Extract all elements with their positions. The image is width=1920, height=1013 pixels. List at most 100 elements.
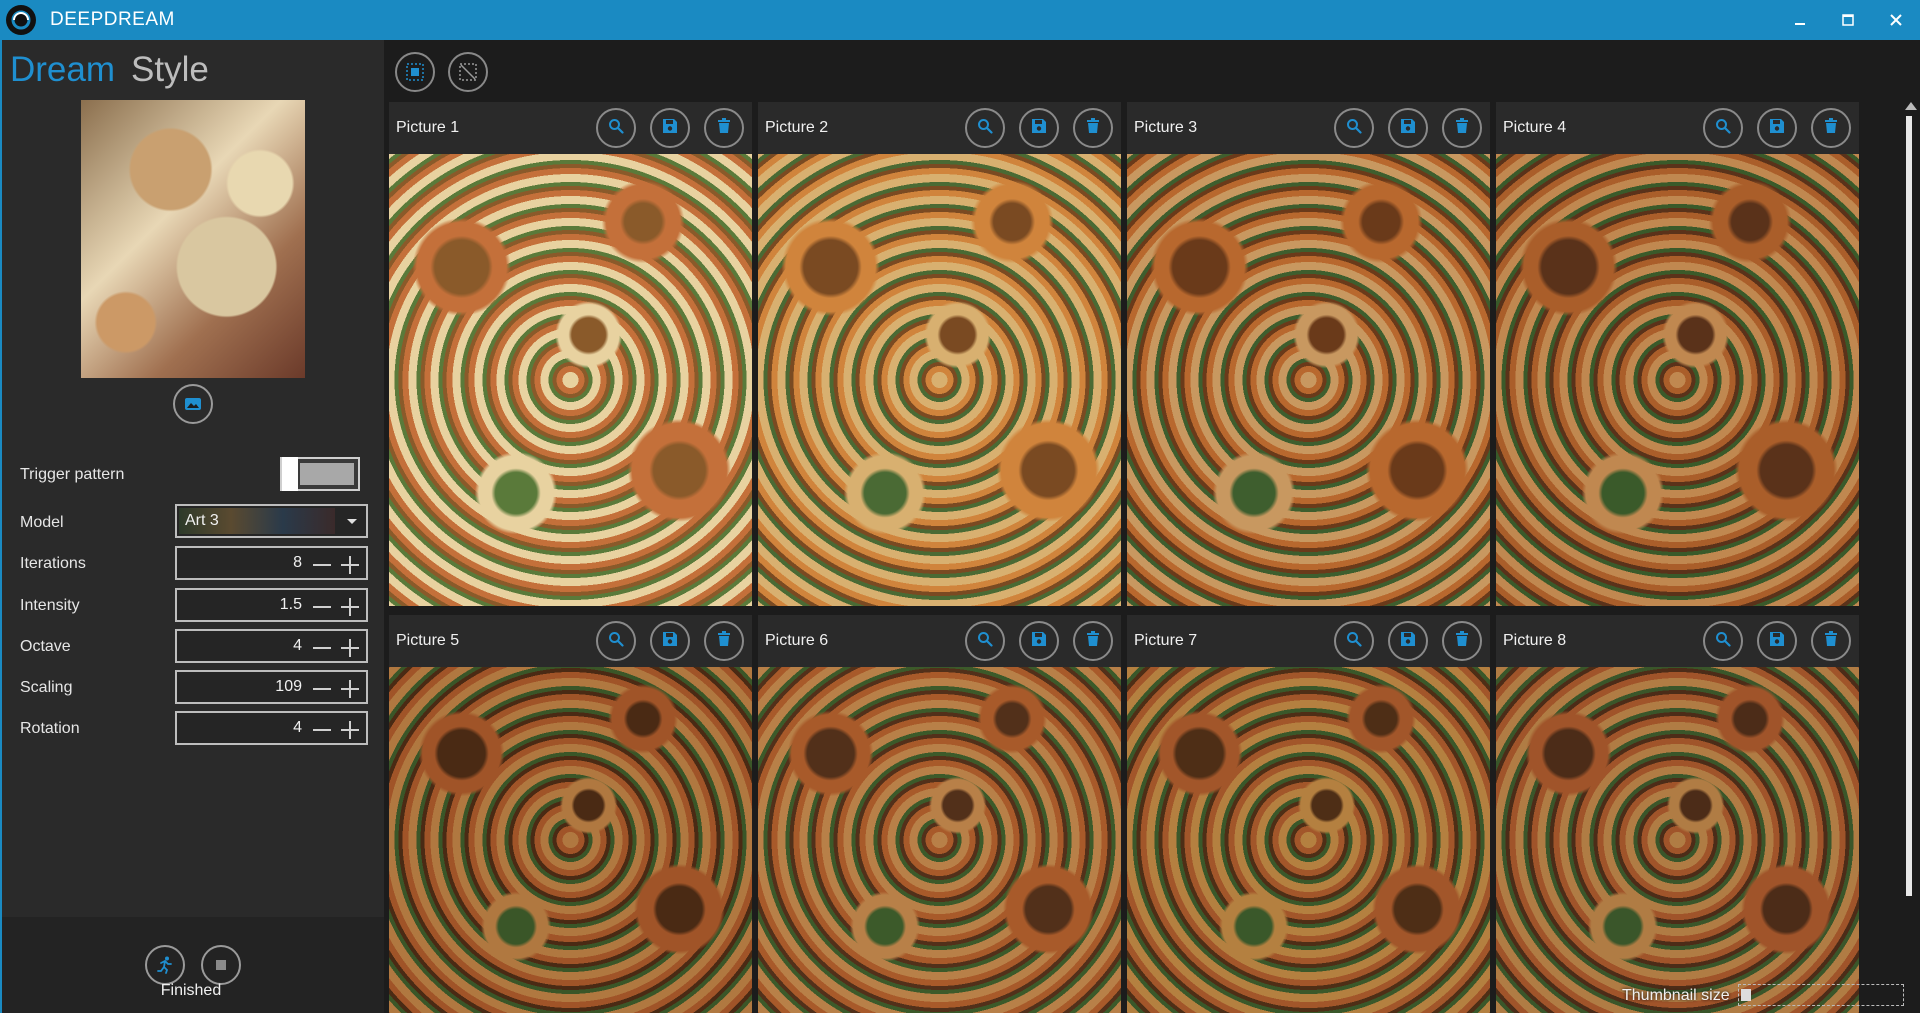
dream-image[interactable]: [758, 667, 1121, 1013]
model-label: Model: [20, 514, 64, 531]
dream-image[interactable]: [1496, 667, 1859, 1013]
save-button[interactable]: [650, 621, 690, 661]
picture-card-header: Picture 8: [1496, 615, 1859, 667]
picture-title: Picture 2: [765, 119, 829, 136]
zoom-button[interactable]: [1334, 621, 1374, 661]
plus-icon[interactable]: [340, 597, 360, 617]
vertical-scrollbar[interactable]: [1903, 102, 1917, 930]
maximize-button[interactable]: [1824, 0, 1872, 40]
search-icon: [977, 118, 993, 139]
save-button[interactable]: [1388, 108, 1428, 148]
minus-icon[interactable]: [312, 720, 332, 740]
dream-image[interactable]: [1127, 667, 1490, 1013]
thumbnail-size-label: Thumbnail size: [1622, 987, 1730, 1004]
model-value: Art 3: [185, 512, 219, 529]
picture-card-header: Picture 1: [389, 102, 752, 154]
trash-icon: [1455, 117, 1469, 139]
delete-button[interactable]: [704, 621, 744, 661]
picture-card[interactable]: Picture 1: [389, 102, 752, 606]
tab-style[interactable]: Style: [131, 50, 209, 90]
select-all-button[interactable]: [395, 52, 435, 92]
search-icon: [1346, 118, 1362, 139]
picture-title: Picture 5: [396, 632, 460, 649]
search-icon: [1715, 631, 1731, 652]
trigger-pattern-toggle[interactable]: [280, 457, 360, 491]
zoom-button[interactable]: [1703, 108, 1743, 148]
save-button[interactable]: [1388, 621, 1428, 661]
close-button[interactable]: [1872, 0, 1920, 40]
zoom-button[interactable]: [965, 621, 1005, 661]
intensity-stepper[interactable]: 1.5: [175, 588, 368, 622]
scaling-stepper[interactable]: 109: [175, 670, 368, 704]
title-bar: DEEPDREAM: [0, 0, 1920, 40]
thumbnail-size-slider[interactable]: [1738, 984, 1904, 1006]
save-icon: [662, 631, 678, 652]
iterations-stepper[interactable]: 8: [175, 546, 368, 580]
picture-card[interactable]: Picture 6: [758, 615, 1121, 1013]
dream-image[interactable]: [389, 667, 752, 1013]
minimize-button[interactable]: [1776, 0, 1824, 40]
deselect-icon: [459, 63, 477, 81]
stop-button[interactable]: [201, 945, 241, 985]
zoom-button[interactable]: [1703, 621, 1743, 661]
scroll-up-arrow-icon[interactable]: [1905, 102, 1917, 110]
delete-button[interactable]: [1442, 108, 1482, 148]
rotation-value: 4: [293, 719, 302, 736]
scaling-value: 109: [275, 678, 302, 695]
dream-image[interactable]: [1496, 154, 1859, 606]
model-select[interactable]: Art 3: [175, 504, 368, 538]
delete-button[interactable]: [1073, 108, 1113, 148]
chevron-down-icon: [347, 519, 357, 524]
plus-icon[interactable]: [340, 720, 360, 740]
plus-icon[interactable]: [340, 638, 360, 658]
running-figure-icon: [157, 956, 172, 974]
minus-icon[interactable]: [312, 679, 332, 699]
minus-icon[interactable]: [312, 597, 332, 617]
picture-card[interactable]: Picture 5: [389, 615, 752, 1013]
picture-title: Picture 8: [1503, 632, 1567, 649]
picture-card[interactable]: Picture 4: [1496, 102, 1859, 606]
trash-icon: [1086, 117, 1100, 139]
save-button[interactable]: [1757, 621, 1797, 661]
rotation-stepper[interactable]: 4: [175, 711, 368, 745]
load-image-button[interactable]: [173, 384, 213, 424]
minimize-icon: [1795, 23, 1805, 25]
minus-icon[interactable]: [312, 638, 332, 658]
dream-image[interactable]: [1127, 154, 1490, 606]
zoom-button[interactable]: [596, 621, 636, 661]
delete-button[interactable]: [1073, 621, 1113, 661]
picture-card[interactable]: Picture 2: [758, 102, 1121, 606]
zoom-button[interactable]: [1334, 108, 1374, 148]
plus-icon[interactable]: [340, 679, 360, 699]
minus-icon[interactable]: [312, 555, 332, 575]
picture-title: Picture 7: [1134, 632, 1198, 649]
delete-button[interactable]: [704, 108, 744, 148]
dream-image[interactable]: [758, 154, 1121, 606]
octave-stepper[interactable]: 4: [175, 629, 368, 663]
save-button[interactable]: [1019, 108, 1059, 148]
save-button[interactable]: [650, 108, 690, 148]
zoom-button[interactable]: [596, 108, 636, 148]
save-button[interactable]: [1757, 108, 1797, 148]
save-icon: [662, 118, 678, 139]
delete-button[interactable]: [1811, 621, 1851, 661]
scroll-thumb[interactable]: [1906, 116, 1912, 896]
zoom-button[interactable]: [965, 108, 1005, 148]
save-icon: [1400, 118, 1416, 139]
run-button[interactable]: [145, 945, 185, 985]
picture-card[interactable]: Picture 7: [1127, 615, 1490, 1013]
image-icon: [185, 398, 201, 410]
deepdream-logo-icon: [6, 5, 36, 35]
search-icon: [1715, 118, 1731, 139]
picture-card[interactable]: Picture 3: [1127, 102, 1490, 606]
plus-icon[interactable]: [340, 555, 360, 575]
deselect-button[interactable]: [448, 52, 488, 92]
tab-dream[interactable]: Dream: [10, 50, 115, 90]
dream-image[interactable]: [389, 154, 752, 606]
rotation-label: Rotation: [20, 720, 80, 737]
picture-card-header: Picture 3: [1127, 102, 1490, 154]
picture-card[interactable]: Picture 8: [1496, 615, 1859, 1013]
delete-button[interactable]: [1811, 108, 1851, 148]
save-button[interactable]: [1019, 621, 1059, 661]
delete-button[interactable]: [1442, 621, 1482, 661]
